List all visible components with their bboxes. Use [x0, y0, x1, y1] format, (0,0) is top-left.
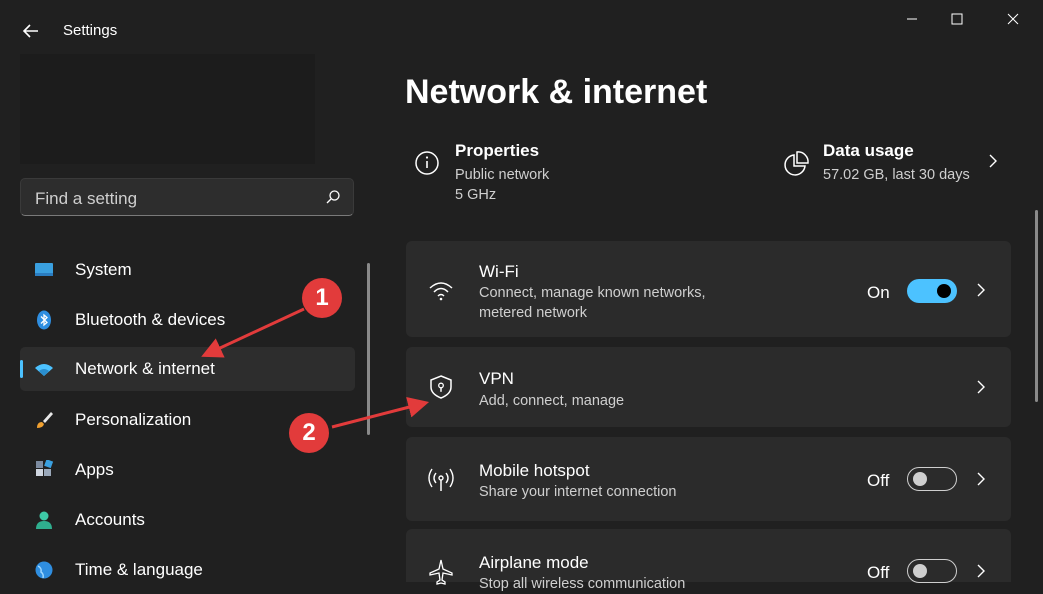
search-input[interactable]: Find a setting: [35, 189, 137, 209]
vpn-title: VPN: [479, 369, 514, 388]
main-scrollbar[interactable]: [1035, 210, 1038, 402]
network-type: Public network: [455, 167, 550, 183]
title-bar: Settings: [0, 0, 1043, 62]
airplane-mode-state-label: Off: [867, 563, 890, 582]
active-indicator: [20, 360, 23, 378]
mobile-hotspot-toggle[interactable]: [907, 467, 957, 491]
pie-chart-icon: [782, 150, 810, 178]
search-icon[interactable]: [325, 189, 341, 205]
toggle-knob: [913, 472, 927, 486]
sidebar-item-label: Accounts: [75, 510, 145, 529]
sidebar-item-label: Apps: [75, 460, 114, 479]
wifi-description: Connect, manage known networks, metered …: [479, 285, 706, 321]
close-icon[interactable]: [990, 8, 1036, 30]
wifi-icon: [34, 359, 54, 379]
sidebar-item-time-language[interactable]: Time & language: [20, 548, 355, 592]
maximize-icon[interactable]: [934, 8, 980, 30]
mobile-hotspot-card[interactable]: Mobile hotspot Share your internet conne…: [406, 437, 1011, 521]
wifi-card[interactable]: Wi-Fi Connect, manage known networks, me…: [406, 241, 1011, 337]
toggle-knob: [913, 564, 927, 578]
properties-title: Properties: [455, 141, 540, 160]
wifi-title: Wi-Fi: [479, 262, 519, 281]
app-title: Settings: [63, 22, 118, 39]
bluetooth-icon: [34, 310, 54, 330]
vpn-description: Add, connect, manage: [479, 393, 625, 409]
sidebar-item-label: Network & internet: [75, 359, 215, 378]
monitor-icon: [34, 260, 54, 280]
airplane-mode-card[interactable]: Airplane mode Stop all wireless communic…: [406, 529, 1011, 592]
mobile-hotspot-state-label: Off: [867, 471, 890, 490]
sidebar-item-apps[interactable]: Apps: [20, 448, 355, 492]
sidebar-item-accounts[interactable]: Accounts: [20, 498, 355, 542]
page-title: Network & internet: [405, 73, 708, 111]
minimize-icon[interactable]: [889, 8, 935, 30]
apps-icon: [34, 459, 54, 480]
data-usage-value: 57.02 GB, last 30 days: [823, 167, 970, 183]
airplane-mode-title: Airplane mode: [479, 553, 589, 572]
wifi-state-label: On: [867, 283, 890, 302]
search-box[interactable]: Find a setting: [20, 178, 354, 216]
wifi-toggle[interactable]: [907, 279, 957, 303]
chevron-right-icon[interactable]: [974, 283, 988, 297]
chevron-right-icon[interactable]: [974, 472, 988, 486]
hotspot-icon: [428, 467, 454, 493]
sidebar-scrollbar[interactable]: [367, 263, 370, 435]
chevron-right-icon[interactable]: [986, 154, 1000, 168]
airplane-mode-description: Stop all wireless communication: [479, 576, 686, 592]
brush-icon: [34, 410, 54, 430]
person-icon: [34, 510, 54, 530]
chevron-right-icon[interactable]: [974, 380, 988, 394]
info-icon: [414, 150, 440, 176]
sidebar-item-label: Time & language: [75, 560, 203, 579]
airplane-mode-toggle[interactable]: [907, 559, 957, 583]
chevron-right-icon[interactable]: [974, 564, 988, 578]
vpn-card[interactable]: VPN Add, connect, manage: [406, 347, 1011, 427]
sidebar-item-label: System: [75, 260, 132, 279]
sidebar-item-label: Bluetooth & devices: [75, 310, 226, 329]
back-arrow-icon[interactable]: [18, 18, 44, 44]
mobile-hotspot-description: Share your internet connection: [479, 484, 677, 500]
sidebar-item-label: Personalization: [75, 410, 192, 429]
airplane-icon: [428, 559, 454, 585]
profile-area[interactable]: [20, 54, 315, 164]
data-usage-title: Data usage: [823, 141, 914, 160]
sidebar-item-network[interactable]: Network & internet: [20, 347, 355, 391]
mobile-hotspot-title: Mobile hotspot: [479, 461, 590, 480]
shield-icon: [428, 374, 454, 400]
network-band: 5 GHz: [455, 187, 497, 203]
annotation-badge-1: 1: [302, 278, 342, 318]
annotation-badge-2: 2: [289, 413, 329, 453]
wifi-icon: [428, 278, 454, 304]
globe-icon: [34, 560, 54, 580]
toggle-knob: [937, 284, 951, 298]
data-usage-panel[interactable]: Data usage 57.02 GB, last 30 days: [780, 140, 1010, 190]
properties-panel[interactable]: Properties Public network 5 GHz: [406, 140, 746, 215]
